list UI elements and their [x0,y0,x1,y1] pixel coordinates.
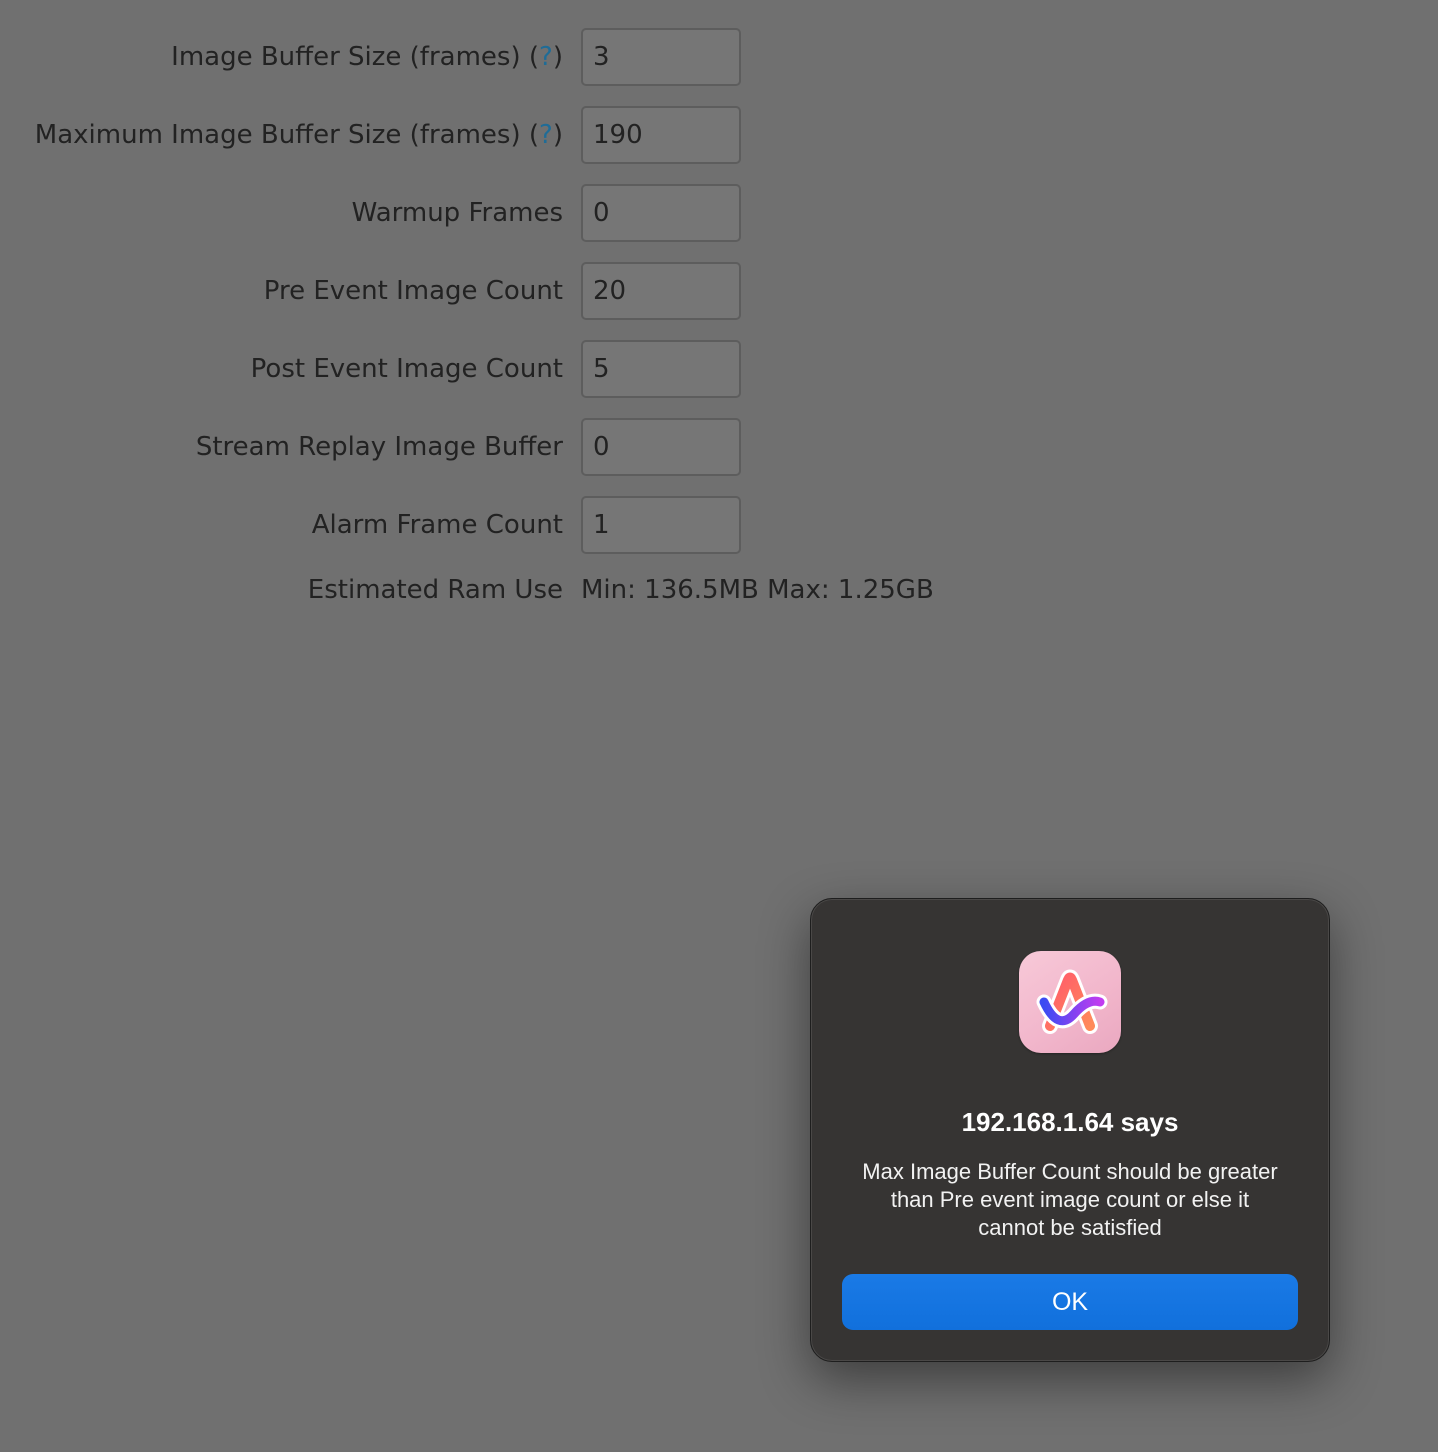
stream-replay-image-buffer-input[interactable] [581,418,741,476]
image-buffer-size-row: Image Buffer Size (frames) (?) [0,18,1000,96]
max-image-buffer-size-help-link[interactable]: ? [539,120,553,150]
dialog-message: Max Image Buffer Count should be greater… [862,1159,1278,1240]
arc-logo-icon [1036,969,1108,1034]
warmup-frames-input[interactable] [581,184,741,242]
pre-event-image-count-input[interactable] [581,262,741,320]
image-buffer-size-input[interactable] [581,28,741,86]
warmup-frames-row: Warmup Frames [0,174,1000,252]
max-image-buffer-size-row: Maximum Image Buffer Size (frames) (?) [0,96,1000,174]
post-event-image-count-row: Post Event Image Count [0,330,1000,408]
alarm-frame-count-input[interactable] [581,496,741,554]
image-buffer-size-help-link[interactable]: ? [539,42,553,72]
max-image-buffer-size-input[interactable] [581,106,741,164]
max-image-buffer-size-label: Maximum Image Buffer Size (frames) (?) [34,120,563,150]
estimated-ram-use-value: Min: 136.5MB Max: 1.25GB [581,575,934,605]
alarm-frame-count-row: Alarm Frame Count [0,486,1000,564]
post-event-image-count-input[interactable] [581,340,741,398]
stream-replay-image-buffer-row: Stream Replay Image Buffer [0,408,1000,486]
ok-button[interactable]: OK [842,1274,1298,1330]
image-buffer-size-label: Image Buffer Size (frames) (?) [171,42,563,72]
post-event-image-count-label: Post Event Image Count [250,354,563,384]
pre-event-image-count-row: Pre Event Image Count [0,252,1000,330]
estimated-ram-use-label: Estimated Ram Use [307,575,563,605]
estimated-ram-use-row: Estimated Ram Use Min: 136.5MB Max: 1.25… [0,564,1000,616]
alert-dialog: 192.168.1.64 says Max Image Buffer Count… [810,898,1330,1362]
pre-event-image-count-label: Pre Event Image Count [263,276,563,306]
alarm-frame-count-label: Alarm Frame Count [311,510,563,540]
arc-browser-icon [1019,951,1121,1053]
stream-replay-image-buffer-label: Stream Replay Image Buffer [195,432,563,462]
dialog-title: 192.168.1.64 says [961,1107,1179,1137]
warmup-frames-label: Warmup Frames [351,198,563,228]
buffer-settings-form: Image Buffer Size (frames) (?) Maximum I… [0,18,1000,616]
